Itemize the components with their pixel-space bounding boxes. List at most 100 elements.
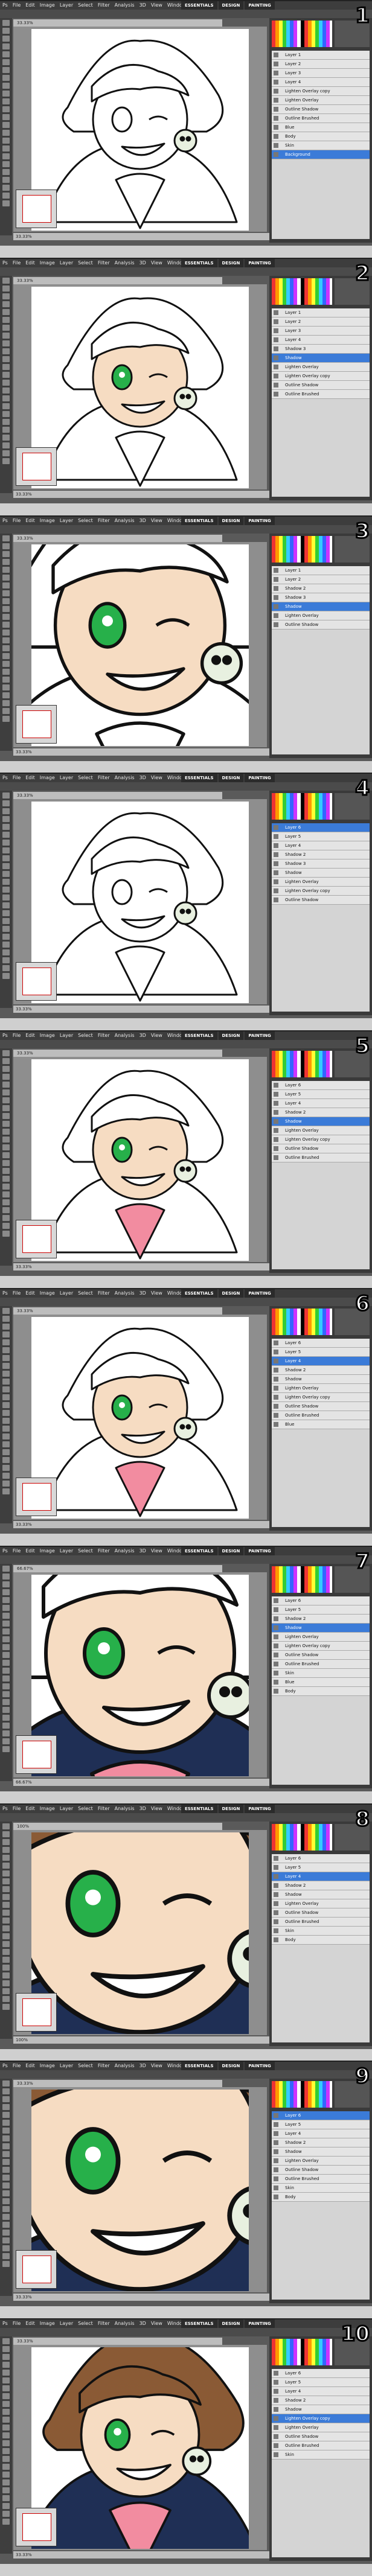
menu-item[interactable]: Analysis xyxy=(112,2319,137,2328)
layer-row[interactable]: Layer 6 xyxy=(272,2369,370,2378)
layer-row[interactable]: Skin xyxy=(272,1669,370,1678)
menu-item[interactable]: Layer xyxy=(57,1805,75,1813)
layer-row[interactable]: Layer 1 xyxy=(272,51,370,60)
workspace-button[interactable]: PAINTING xyxy=(245,259,275,267)
layer-row[interactable]: Blue xyxy=(272,1678,370,1687)
tool-icon[interactable] xyxy=(2,1746,10,1752)
tool-icon[interactable] xyxy=(2,1074,10,1080)
layer-row[interactable]: Layer 4 xyxy=(272,1099,370,1108)
tool-icon[interactable] xyxy=(2,2519,10,2525)
tool-icon[interactable] xyxy=(2,2104,10,2110)
layer-row[interactable]: Layer 5 xyxy=(272,1090,370,1099)
menu-item[interactable]: Analysis xyxy=(112,774,137,782)
menu-item[interactable]: Edit xyxy=(23,517,37,525)
layer-row[interactable]: Lighten Overlay xyxy=(272,611,370,620)
workspace-button[interactable]: DESIGN xyxy=(218,517,244,525)
tool-icon[interactable] xyxy=(2,575,10,581)
tool-icon[interactable] xyxy=(2,278,10,284)
tool-icon[interactable] xyxy=(2,1449,10,1455)
tool-icon[interactable] xyxy=(2,200,10,206)
tool-icon[interactable] xyxy=(2,1481,10,1487)
tool-icon[interactable] xyxy=(2,677,10,683)
tool-icon[interactable] xyxy=(2,1886,10,1892)
tool-icon[interactable] xyxy=(2,161,10,167)
tool-icon[interactable] xyxy=(2,1644,10,1650)
tool-icon[interactable] xyxy=(2,1066,10,1072)
layer-row[interactable]: Skin xyxy=(272,141,370,150)
tool-icon[interactable] xyxy=(2,2393,10,2399)
workspace-button[interactable]: DESIGN xyxy=(218,2062,244,2070)
tool-icon[interactable] xyxy=(2,808,10,814)
layer-row[interactable]: Lighten Overlay copy xyxy=(272,1393,370,1402)
menu-item[interactable]: Filter xyxy=(95,1289,112,1298)
tool-icon[interactable] xyxy=(2,645,10,651)
menu-item[interactable]: Image xyxy=(37,1289,57,1298)
tool-icon[interactable] xyxy=(2,122,10,128)
tool-icon[interactable] xyxy=(2,372,10,378)
layer-row[interactable]: Lighten Overlay xyxy=(272,2157,370,2166)
tool-icon[interactable] xyxy=(2,1628,10,1634)
tool-icon[interactable] xyxy=(2,1223,10,1229)
tool-icon[interactable] xyxy=(2,1168,10,1174)
tool-icon[interactable] xyxy=(2,973,10,979)
menu-item[interactable]: Edit xyxy=(23,774,37,782)
layer-row[interactable]: Layer 5 xyxy=(272,1605,370,1615)
tool-icon[interactable] xyxy=(2,106,10,112)
layer-row[interactable]: Layer 4 xyxy=(272,841,370,850)
layer-row[interactable]: Blue xyxy=(272,1420,370,1429)
layer-row[interactable]: Shadow 2 xyxy=(272,2396,370,2405)
tool-icon[interactable] xyxy=(2,894,10,901)
menu-item[interactable]: File xyxy=(10,259,23,267)
menu-item[interactable]: Layer xyxy=(57,1031,75,1040)
tool-icon[interactable] xyxy=(2,2182,10,2189)
tool-icon[interactable] xyxy=(2,535,10,541)
tool-icon[interactable] xyxy=(2,1121,10,1127)
menu-item[interactable]: File xyxy=(10,774,23,782)
workspace-button[interactable]: DESIGN xyxy=(218,1289,244,1298)
tool-icon[interactable] xyxy=(2,543,10,549)
tool-icon[interactable] xyxy=(2,840,10,846)
layer-row[interactable]: Layer 4 xyxy=(272,336,370,345)
menu-item[interactable]: Image xyxy=(37,1805,57,1813)
tool-icon[interactable] xyxy=(2,1839,10,1845)
tool-icon[interactable] xyxy=(2,1925,10,1931)
tool-icon[interactable] xyxy=(2,1082,10,1088)
tool-icon[interactable] xyxy=(2,942,10,948)
tool-icon[interactable] xyxy=(2,1878,10,1884)
layer-row[interactable]: Body xyxy=(272,1936,370,1945)
tool-icon[interactable] xyxy=(2,669,10,675)
color-swatches[interactable] xyxy=(272,1309,332,1335)
tool-icon[interactable] xyxy=(2,590,10,596)
tool-icon[interactable] xyxy=(2,1347,10,1353)
tool-icon[interactable] xyxy=(2,2080,10,2087)
navigator-thumbnail[interactable] xyxy=(22,453,51,480)
menu-item[interactable]: Select xyxy=(75,1031,95,1040)
tool-icon[interactable] xyxy=(2,1207,10,1213)
tool-icon[interactable] xyxy=(2,855,10,861)
navigator-thumbnail[interactable] xyxy=(22,1483,51,1511)
artwork-canvas[interactable] xyxy=(13,1572,267,1777)
menu-item[interactable]: View xyxy=(149,517,165,525)
tool-icon[interactable] xyxy=(2,871,10,877)
tool-icon[interactable] xyxy=(2,145,10,151)
menu-item[interactable]: Ps xyxy=(0,259,10,267)
document-tab[interactable]: 100% xyxy=(13,1823,222,1830)
document-tab[interactable]: 33.33% xyxy=(13,535,222,542)
menu-item[interactable]: Image xyxy=(37,1031,57,1040)
tool-icon[interactable] xyxy=(2,2088,10,2094)
color-swatches[interactable] xyxy=(272,536,332,563)
tool-icon[interactable] xyxy=(2,28,10,34)
tool-icon[interactable] xyxy=(2,1715,10,1721)
tool-icon[interactable] xyxy=(2,800,10,806)
workspace-button[interactable]: DESIGN xyxy=(218,259,244,267)
workspace-button[interactable]: DESIGN xyxy=(218,1031,244,1040)
layer-row[interactable]: Shadow xyxy=(272,1117,370,1126)
layer-row[interactable]: Layer 4 xyxy=(272,2129,370,2138)
menu-item[interactable]: View xyxy=(149,1805,165,1813)
tool-icon[interactable] xyxy=(2,2206,10,2212)
tool-icon[interactable] xyxy=(2,949,10,955)
menu-item[interactable]: View xyxy=(149,774,165,782)
tool-icon[interactable] xyxy=(2,1129,10,1135)
document-tab[interactable]: 33.33% xyxy=(13,19,222,27)
layer-row[interactable]: Shadow xyxy=(272,1624,370,1633)
